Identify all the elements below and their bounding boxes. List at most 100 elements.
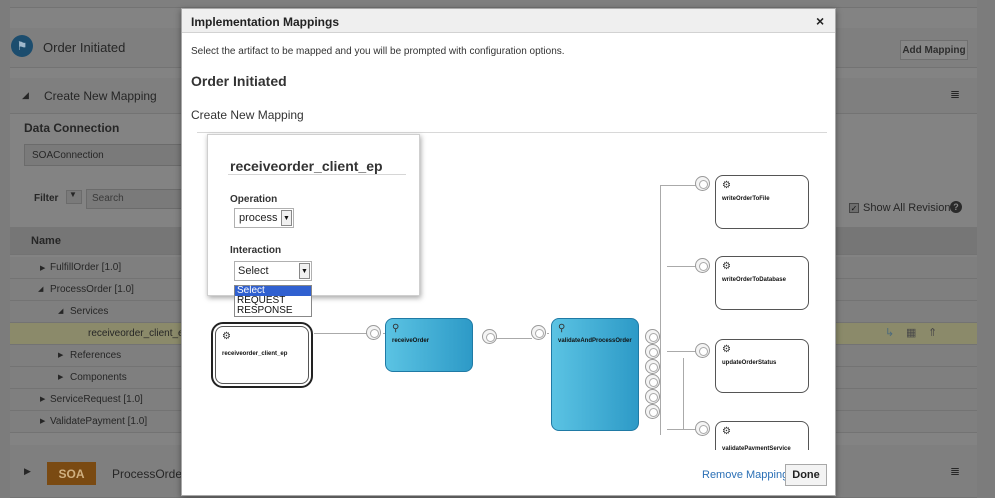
connector-line bbox=[314, 333, 367, 334]
operation-select[interactable]: process ▼ bbox=[234, 208, 294, 228]
menu-icon[interactable]: ≣ bbox=[950, 87, 960, 101]
add-mapping-button[interactable]: Add Mapping bbox=[900, 40, 968, 60]
close-icon[interactable]: × bbox=[816, 13, 824, 29]
component-validatepaymentservice[interactable]: ⚙ validatePaymentService bbox=[715, 421, 809, 450]
expander-icon[interactable]: ▶ bbox=[58, 373, 63, 381]
component-receiveorder[interactable]: ⚲ receiveOrder bbox=[385, 318, 473, 372]
show-all-revisions-checkbox[interactable]: ✓ bbox=[849, 203, 859, 213]
connector-line bbox=[667, 266, 697, 267]
deploy-icon[interactable]: ↳ bbox=[885, 326, 894, 339]
configuration-popup: receiveorder_client_ep Operation process… bbox=[207, 134, 420, 317]
component-label: writeOrderToDatabase bbox=[722, 277, 786, 283]
component-label: receiveorder_client_ep bbox=[222, 351, 288, 357]
chevron-down-icon[interactable]: ▼ bbox=[299, 263, 310, 279]
reference-port-icon[interactable] bbox=[645, 329, 660, 344]
interaction-options-list: Select REQUEST RESPONSE bbox=[234, 285, 312, 317]
grid-icon[interactable]: ▦ bbox=[906, 326, 916, 339]
dialog-heading: Order Initiated bbox=[191, 73, 287, 89]
remove-mapping-link[interactable]: Remove Mapping bbox=[702, 469, 788, 481]
tree-item-label: ValidatePayment [1.0] bbox=[50, 416, 148, 427]
connector-line bbox=[660, 185, 661, 435]
done-button[interactable]: Done bbox=[785, 464, 827, 486]
expand-icon[interactable]: ▶ bbox=[24, 466, 31, 477]
service-port-icon[interactable] bbox=[695, 421, 710, 436]
tree-item-label: ProcessOrder [1.0] bbox=[50, 284, 134, 295]
data-connection-label: Data Connection bbox=[24, 121, 120, 135]
gear-icon: ⚙ bbox=[722, 180, 731, 191]
dialog-header: Implementation Mappings × bbox=[182, 9, 835, 33]
tree-item-label: Services bbox=[70, 306, 109, 317]
service-port-icon[interactable] bbox=[366, 325, 381, 340]
reference-port-icon[interactable] bbox=[645, 344, 660, 359]
component-label: validateAndProcessOrder bbox=[558, 338, 632, 344]
stage-title: Order Initiated bbox=[43, 40, 126, 55]
interaction-select[interactable]: Select ▼ bbox=[234, 261, 312, 281]
dialog-instruction: Select the artifact to be mapped and you… bbox=[191, 46, 565, 57]
filter-label: Filter bbox=[34, 193, 59, 204]
component-label: writeOrderToFile bbox=[722, 196, 770, 202]
option-response[interactable]: RESPONSE bbox=[235, 306, 311, 316]
component-writeordertofile[interactable]: ⚙ writeOrderToFile bbox=[715, 175, 809, 229]
expander-icon[interactable]: ▶ bbox=[40, 264, 45, 272]
pin-icon[interactable]: ⇑ bbox=[928, 326, 937, 339]
tree-item-label: References bbox=[70, 350, 122, 361]
tree-header: Name bbox=[31, 235, 61, 247]
chevron-down-icon[interactable]: ▼ bbox=[281, 210, 292, 226]
expander-icon[interactable]: ▶ bbox=[40, 395, 45, 403]
connector-line bbox=[667, 351, 697, 352]
expander-icon[interactable]: ▶ bbox=[40, 417, 45, 425]
service-port-icon[interactable] bbox=[695, 343, 710, 358]
network-icon: ⚲ bbox=[392, 323, 400, 334]
chevron-down-icon: ▼ bbox=[69, 190, 77, 199]
reference-port-icon[interactable] bbox=[645, 359, 660, 374]
implementation-mappings-dialog: Implementation Mappings × Select the art… bbox=[181, 8, 836, 496]
network-icon: ⚲ bbox=[558, 323, 566, 334]
connector-line bbox=[547, 333, 549, 334]
dialog-title: Implementation Mappings bbox=[191, 15, 340, 29]
flag-icon: ⚑ bbox=[11, 35, 33, 57]
gear-icon: ⚙ bbox=[722, 261, 731, 272]
component-validateandprocessorder[interactable]: ⚲ validateAndProcessOrder bbox=[551, 318, 639, 431]
tree-item-label: FulfillOrder [1.0] bbox=[50, 262, 122, 273]
connection-value: SOAConnection bbox=[32, 150, 104, 161]
service-port-icon[interactable] bbox=[531, 325, 546, 340]
reference-port-icon[interactable] bbox=[645, 389, 660, 404]
gear-icon: ⚙ bbox=[722, 426, 731, 437]
collapse-icon[interactable]: ◢ bbox=[22, 90, 29, 101]
section-title: Create New Mapping bbox=[44, 89, 157, 103]
expander-icon[interactable]: ◢ bbox=[58, 307, 63, 315]
help-icon[interactable]: ? bbox=[950, 201, 962, 213]
search-placeholder: Search bbox=[92, 193, 124, 204]
interaction-label: Interaction bbox=[230, 245, 282, 256]
component-label: validatePaymentService bbox=[722, 446, 791, 450]
service-port-icon[interactable] bbox=[695, 258, 710, 273]
interaction-value: Select bbox=[238, 265, 269, 277]
connector-line bbox=[667, 429, 697, 430]
dialog-subheading: Create New Mapping bbox=[191, 108, 304, 122]
tree-item-label: receiveorder_client_ep bbox=[88, 328, 190, 339]
expander-icon[interactable]: ▶ bbox=[58, 351, 63, 359]
gear-icon: ⚙ bbox=[722, 344, 731, 355]
reference-port-icon[interactable] bbox=[645, 374, 660, 389]
reference-port-icon[interactable] bbox=[645, 404, 660, 419]
menu-icon[interactable]: ≣ bbox=[950, 464, 960, 478]
connector-line bbox=[683, 358, 684, 429]
component-label: updateOrderStatus bbox=[722, 360, 777, 366]
soa-badge: SOA bbox=[47, 462, 96, 485]
component-writeordertodatabase[interactable]: ⚙ writeOrderToDatabase bbox=[715, 256, 809, 310]
operation-label: Operation bbox=[230, 194, 278, 205]
component-label: receiveOrder bbox=[392, 338, 430, 344]
service-port-icon[interactable] bbox=[695, 176, 710, 191]
connector-line bbox=[660, 185, 697, 186]
gear-icon: ⚙ bbox=[222, 331, 231, 342]
component-updateorderstatus[interactable]: ⚙ updateOrderStatus bbox=[715, 339, 809, 393]
reference-port-icon[interactable] bbox=[482, 329, 497, 344]
divider bbox=[228, 174, 406, 175]
footer-item-label: ProcessOrder bbox=[112, 467, 187, 481]
show-all-revisions-label: Show All Revisions bbox=[863, 202, 956, 214]
expander-icon[interactable]: ◢ bbox=[38, 285, 43, 293]
component-receiveorder-client-ep[interactable]: ⚙ receiveorder_client_ep bbox=[211, 322, 313, 388]
top-strip bbox=[10, 0, 977, 8]
tree-item-label: Components bbox=[70, 372, 127, 383]
operation-value: process bbox=[239, 212, 278, 224]
